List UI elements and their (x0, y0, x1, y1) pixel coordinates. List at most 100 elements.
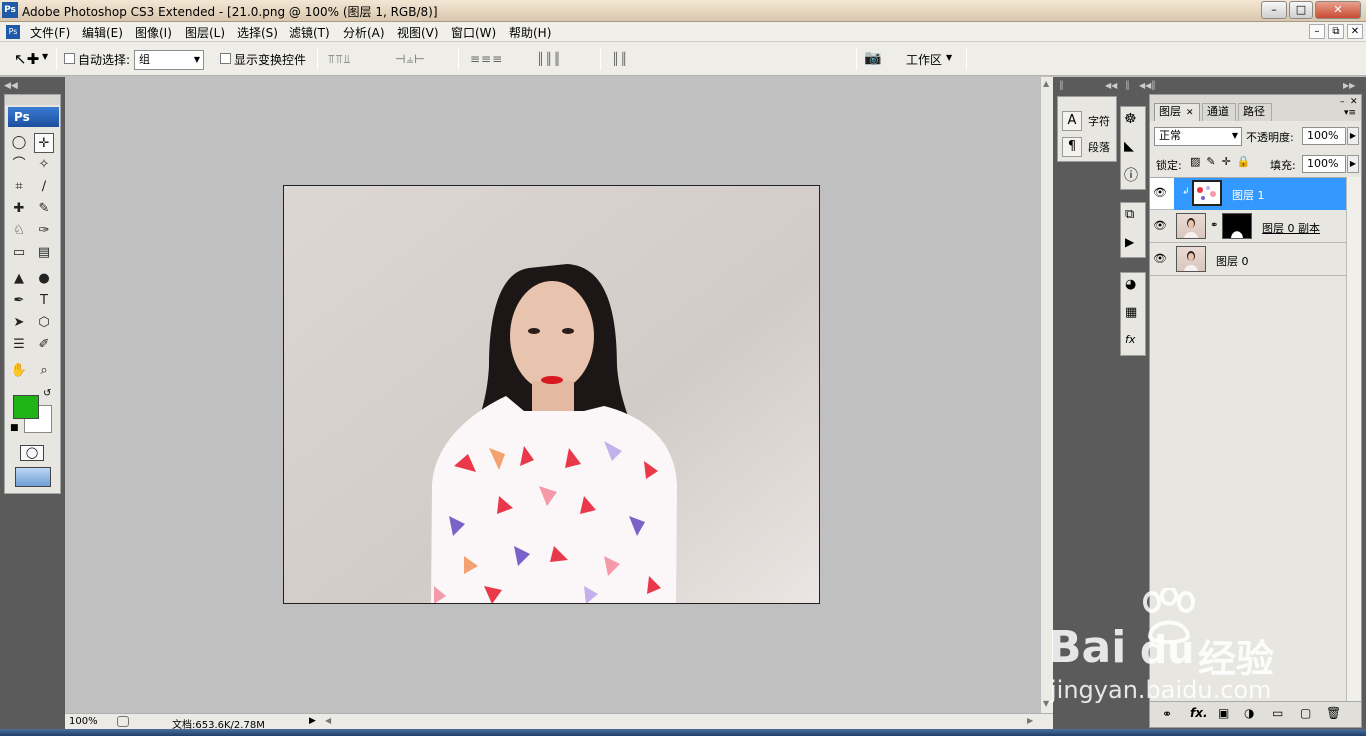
lock-options-icons[interactable]: ▨✎✛🔒 (1190, 155, 1257, 168)
auto-select-checkbox[interactable] (64, 53, 75, 64)
eyedropper-icon[interactable]: ✐ (34, 335, 54, 355)
menu-view[interactable]: 视图(V) (397, 24, 439, 41)
close-button[interactable]: ✕ (1315, 1, 1361, 19)
collapse-icon[interactable]: ║ (1059, 81, 1064, 90)
doc-minimize-button[interactable]: – (1309, 24, 1325, 39)
scroll-right-icon[interactable]: ▶ (1027, 716, 1033, 725)
menu-help[interactable]: 帮助(H) (509, 24, 551, 41)
brush-icon[interactable]: ✎ (34, 199, 54, 219)
slice-icon[interactable]: ∕ (34, 177, 54, 197)
collapse-icon[interactable]: ◀◀ (4, 81, 18, 91)
zoom-level[interactable]: 100% (69, 716, 98, 727)
status-menu-arrow-icon[interactable]: ▶ (309, 716, 316, 726)
healing-icon[interactable]: ✚ (9, 199, 29, 219)
scroll-up-icon[interactable]: ▲ (1043, 79, 1049, 88)
show-transform-checkbox[interactable] (220, 53, 231, 64)
styles-icon[interactable]: fx (1125, 333, 1135, 346)
auto-align-icon[interactable]: ║║ (612, 52, 628, 66)
paragraph-icon[interactable]: ¶ (1062, 137, 1082, 157)
collapse-icon[interactable]: ◀◀ (1139, 81, 1151, 90)
toolbox-header[interactable] (5, 95, 60, 105)
character-label[interactable]: 字符 (1088, 113, 1110, 129)
maximize-button[interactable]: □ (1289, 1, 1313, 19)
layers-scrollbar[interactable] (1346, 177, 1361, 707)
dodge-icon[interactable]: ● (34, 269, 54, 289)
expand-icon[interactable]: ▶▶ (1343, 81, 1355, 90)
zoom-preview-icon[interactable] (117, 716, 129, 727)
fill-slider-arrow-icon[interactable]: ▶ (1347, 155, 1359, 173)
swap-colors-icon[interactable]: ↺ (43, 388, 51, 399)
group-icon[interactable]: ▭ (1272, 706, 1283, 720)
chevron-down-icon[interactable]: ▼ (946, 53, 952, 62)
marquee-icon[interactable]: ◯ (9, 133, 29, 153)
menu-filter[interactable]: 滤镜(T) (289, 24, 330, 41)
history-brush-icon[interactable]: ✑ (34, 221, 54, 241)
document-canvas[interactable] (283, 185, 820, 604)
auto-select-dropdown[interactable]: 组 ▼ (134, 50, 204, 70)
distribute-vertical-icons[interactable]: ≡≡≡ (470, 52, 503, 66)
menu-image[interactable]: 图像(I) (135, 24, 172, 41)
app-menu-icon[interactable]: Ps (6, 25, 20, 39)
paragraph-label[interactable]: 段落 (1088, 139, 1110, 155)
color-icon[interactable]: ◕ (1125, 277, 1136, 292)
minimize-icon[interactable]: – (1340, 97, 1345, 107)
bridge-icon[interactable]: 📷 (864, 50, 881, 66)
tab-channels[interactable]: 通道 (1202, 103, 1236, 121)
layer-name[interactable]: 图层 0 (1216, 253, 1249, 269)
swatches-icon[interactable]: ▦ (1125, 305, 1137, 320)
visibility-eye-icon[interactable]: 👁 (1153, 186, 1167, 199)
doc-close-button[interactable]: ✕ (1347, 24, 1363, 39)
eraser-icon[interactable]: ▭ (9, 243, 29, 263)
fx-icon[interactable]: fx. (1190, 706, 1208, 720)
opacity-slider-arrow-icon[interactable]: ▶ (1347, 127, 1359, 145)
menu-select[interactable]: 选择(S) (237, 24, 278, 41)
link-icon[interactable]: ⚭ (1162, 707, 1172, 721)
lasso-icon[interactable]: ⌒ (9, 155, 29, 175)
type-icon[interactable]: T (34, 291, 54, 311)
crop-icon[interactable]: ⌗ (9, 177, 29, 197)
layer-name[interactable]: 图层 0 副本 (1262, 220, 1320, 236)
close-icon[interactable]: ✕ (1350, 97, 1358, 107)
shape-icon[interactable]: ⬡ (34, 313, 54, 333)
scroll-left-icon[interactable]: ◀ (325, 716, 331, 725)
scroll-down-icon[interactable]: ▼ (1043, 699, 1049, 708)
menu-window[interactable]: 窗口(W) (451, 24, 496, 41)
blur-icon[interactable]: ▲ (9, 269, 29, 289)
path-select-icon[interactable]: ➤ (9, 313, 29, 333)
tab-paths[interactable]: 路径 (1238, 103, 1272, 121)
collapse-icon[interactable]: ◀◀ (1105, 81, 1117, 90)
menu-edit[interactable]: 编辑(E) (82, 24, 123, 41)
gradient-icon[interactable]: ▤ (34, 243, 54, 263)
distribute-horizontal-icons[interactable]: ║║║ (537, 52, 562, 66)
opacity-field[interactable]: 100% (1302, 127, 1346, 145)
mask-icon[interactable]: ▣ (1218, 706, 1229, 720)
zoom-icon[interactable]: ⌕ (34, 361, 54, 381)
align-left-icons[interactable]: ⊣⫨⊢ (395, 52, 426, 67)
chevron-down-icon[interactable]: ▼ (42, 52, 48, 61)
default-colors-icon[interactable]: ■ (10, 423, 19, 433)
navigator-icon[interactable]: ☸ (1124, 111, 1137, 127)
collapse-icon[interactable]: ║ (1151, 81, 1156, 90)
close-icon[interactable]: ✕ (1186, 108, 1194, 118)
layer-row[interactable]: 👁 ↲ 图层 1 (1150, 178, 1361, 210)
minimize-button[interactable]: – (1261, 1, 1287, 19)
screen-mode-icon[interactable] (15, 467, 51, 487)
layer-row[interactable]: 👁 ⚭ 图层 0 副本 (1150, 211, 1361, 243)
visibility-eye-icon[interactable]: 👁 (1153, 219, 1167, 232)
history-icon[interactable]: ⧉ (1125, 207, 1134, 222)
move-icon[interactable]: ✛ (34, 133, 54, 153)
blend-mode-dropdown[interactable]: 正常 ▼ (1154, 127, 1242, 146)
trash-icon[interactable]: 🗑 (1326, 706, 1341, 720)
panel-menu-icon[interactable]: ▾≡ (1344, 108, 1356, 118)
menu-layer[interactable]: 图层(L) (185, 24, 225, 41)
tab-layers[interactable]: 图层 ✕ (1154, 103, 1200, 121)
menu-analysis[interactable]: 分析(A) (343, 24, 385, 41)
collapse-icon[interactable]: ║ (1125, 81, 1130, 90)
foreground-color-swatch[interactable] (13, 395, 39, 419)
doc-restore-button[interactable]: ⧉ (1328, 24, 1344, 39)
character-icon[interactable]: A (1062, 111, 1082, 131)
histogram-icon[interactable]: ◣ (1124, 139, 1134, 154)
pen-icon[interactable]: ✒ (9, 291, 29, 311)
actions-icon[interactable]: ▶ (1125, 235, 1134, 249)
move-tool-preset-icon[interactable]: ↖✚ (14, 50, 39, 68)
